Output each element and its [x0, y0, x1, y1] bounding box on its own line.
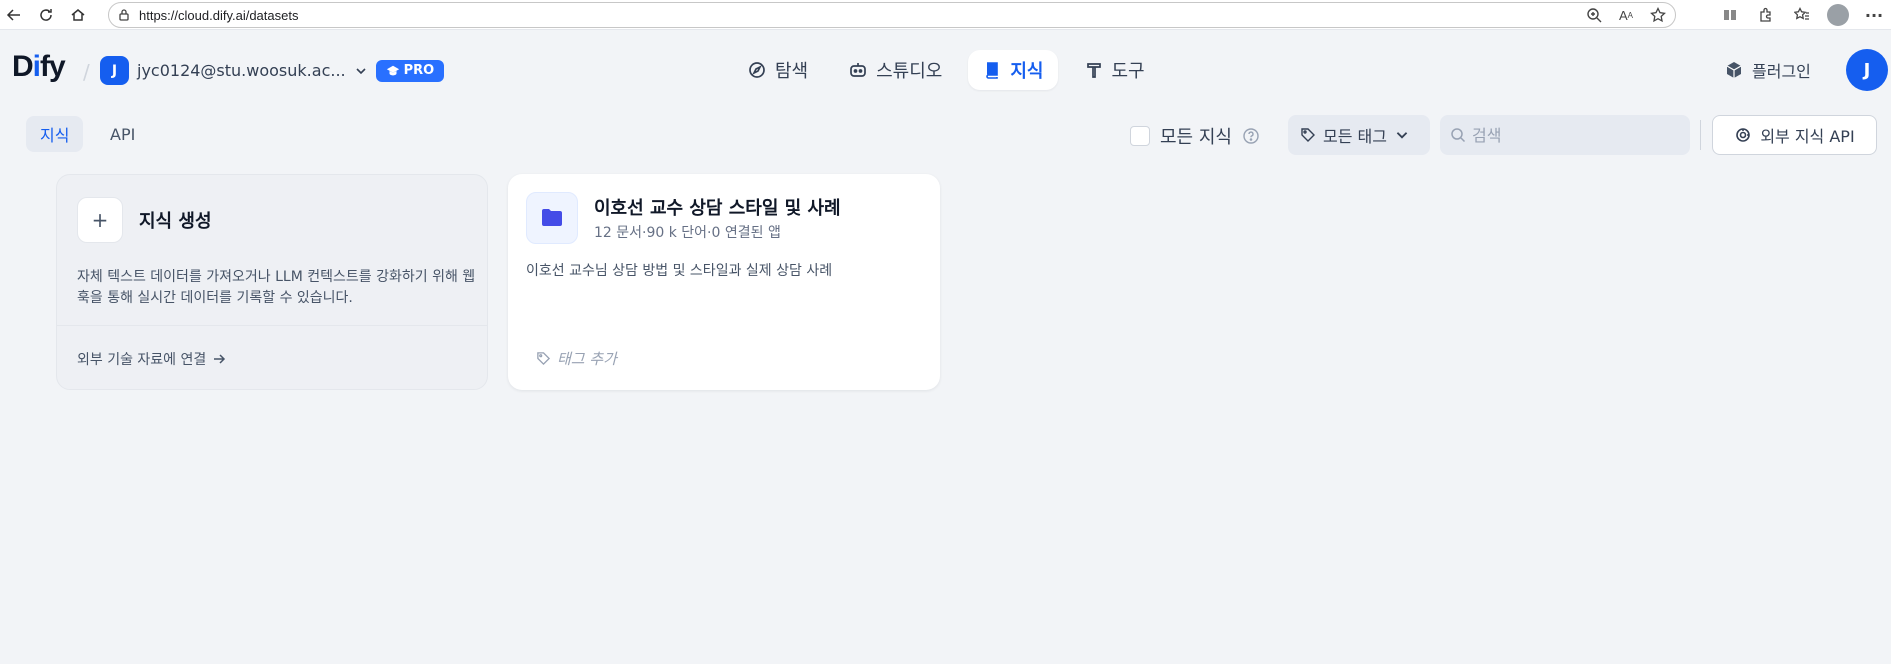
all-knowledge-label: 모든 지식 — [1160, 127, 1232, 148]
dataset-meta: 12 문서·90 k 단어·0 연결된 앱 — [594, 225, 781, 241]
dify-logo[interactable]: Dify — [12, 50, 66, 84]
cube-icon — [1726, 62, 1742, 78]
pro-badge: PRO — [375, 59, 445, 82]
create-knowledge-description: 자체 텍스트 데이터를 가져오거나 LLM 컨텍스트를 강화하기 위해 웹훅을 … — [77, 269, 476, 306]
card-divider — [57, 325, 487, 326]
back-icon[interactable] — [0, 1, 28, 29]
add-tag-button[interactable]: 태그 추가 — [536, 348, 617, 369]
main-nav: 탐색 스튜디오 지식 도구 — [733, 50, 1159, 90]
create-knowledge-title: 지식 생성 — [139, 211, 212, 232]
compass-icon — [749, 62, 765, 78]
address-bar[interactable]: https://cloud.dify.ai/datasets AA — [108, 2, 1676, 28]
search-input[interactable] — [1472, 125, 1672, 145]
user-avatar[interactable]: J — [1846, 49, 1888, 91]
browser-toolbar: https://cloud.dify.ai/datasets AA ··· — [0, 0, 1891, 30]
nav-explore[interactable]: 탐색 — [733, 50, 822, 90]
read-aloud-icon[interactable]: AA — [1617, 6, 1635, 24]
extensions-icon[interactable] — [1755, 4, 1777, 26]
tag-icon — [1301, 128, 1315, 142]
nav-knowledge[interactable]: 지식 — [968, 50, 1058, 90]
all-knowledge-checkbox[interactable] — [1130, 126, 1150, 146]
header-divider: / — [83, 60, 90, 84]
create-knowledge-card[interactable]: + 지식 생성 자체 텍스트 데이터를 가져오거나 LLM 컨텍스트를 강화하기… — [56, 174, 488, 390]
tab-api[interactable]: API — [96, 116, 149, 152]
chevron-down-icon — [356, 67, 366, 74]
connect-external-knowledge-link[interactable]: 외부 기술 자료에 연결 — [77, 349, 226, 369]
all-knowledge-toggle[interactable]: 모든 지식 — [1130, 123, 1260, 149]
graduation-cap-icon — [386, 65, 399, 75]
tag-filter-dropdown[interactable]: 모든 태그 — [1288, 115, 1430, 155]
dataset-description: 이호선 교수님 상담 방법 및 스타일과 실제 상담 사례 — [526, 263, 833, 279]
toolbar-divider — [1700, 120, 1701, 150]
search-icon — [1451, 128, 1466, 143]
dataset-title: 이호선 교수 상담 스타일 및 사례 — [594, 198, 841, 219]
nav-tools[interactable]: 도구 — [1070, 50, 1159, 90]
app-header: Dify / J jyc0124@stu.woosuk.ac... PRO 탐색… — [0, 36, 1891, 104]
more-icon[interactable]: ··· — [1863, 4, 1885, 26]
tab-knowledge[interactable]: 지식 — [26, 116, 84, 152]
external-knowledge-api-button[interactable]: 외부 지식 API — [1712, 115, 1877, 155]
favorites-icon[interactable] — [1791, 4, 1813, 26]
api-connection-icon — [1736, 128, 1751, 142]
folder-icon — [526, 192, 578, 244]
workspace-name: jyc0124@stu.woosuk.ac... — [137, 61, 346, 80]
knowledge-toolbar: 지식 API 모든 지식 모든 태그 외부 지식 API — [0, 114, 1891, 156]
reload-icon[interactable] — [32, 1, 60, 29]
help-icon[interactable] — [1242, 127, 1260, 145]
workspace-avatar: J — [100, 56, 129, 85]
workspace-selector[interactable]: J jyc0124@stu.woosuk.ac... PRO — [100, 56, 445, 85]
lock-icon — [119, 9, 129, 21]
robot-icon — [850, 63, 866, 77]
search-box — [1440, 115, 1690, 155]
dataset-card[interactable]: 이호선 교수 상담 스타일 및 사례 12 문서·90 k 단어·0 연결된 앱… — [508, 174, 940, 390]
hammer-icon — [1086, 63, 1101, 78]
book-icon — [986, 62, 999, 79]
zoom-icon[interactable] — [1585, 6, 1603, 24]
url-text: https://cloud.dify.ai/datasets — [139, 7, 299, 23]
profile-icon[interactable] — [1827, 4, 1849, 26]
arrow-right-icon — [214, 354, 226, 364]
tag-filter-label: 모든 태그 — [1323, 127, 1387, 146]
chevron-down-icon — [1396, 132, 1408, 139]
favorite-star-icon[interactable] — [1649, 6, 1667, 24]
nav-studio[interactable]: 스튜디오 — [834, 50, 956, 90]
plus-icon: + — [77, 197, 123, 243]
tag-icon — [537, 352, 551, 366]
reading-view-icon[interactable] — [1719, 4, 1741, 26]
home-icon[interactable] — [64, 1, 92, 29]
plugins-link[interactable]: 플러그인 — [1724, 58, 1811, 82]
